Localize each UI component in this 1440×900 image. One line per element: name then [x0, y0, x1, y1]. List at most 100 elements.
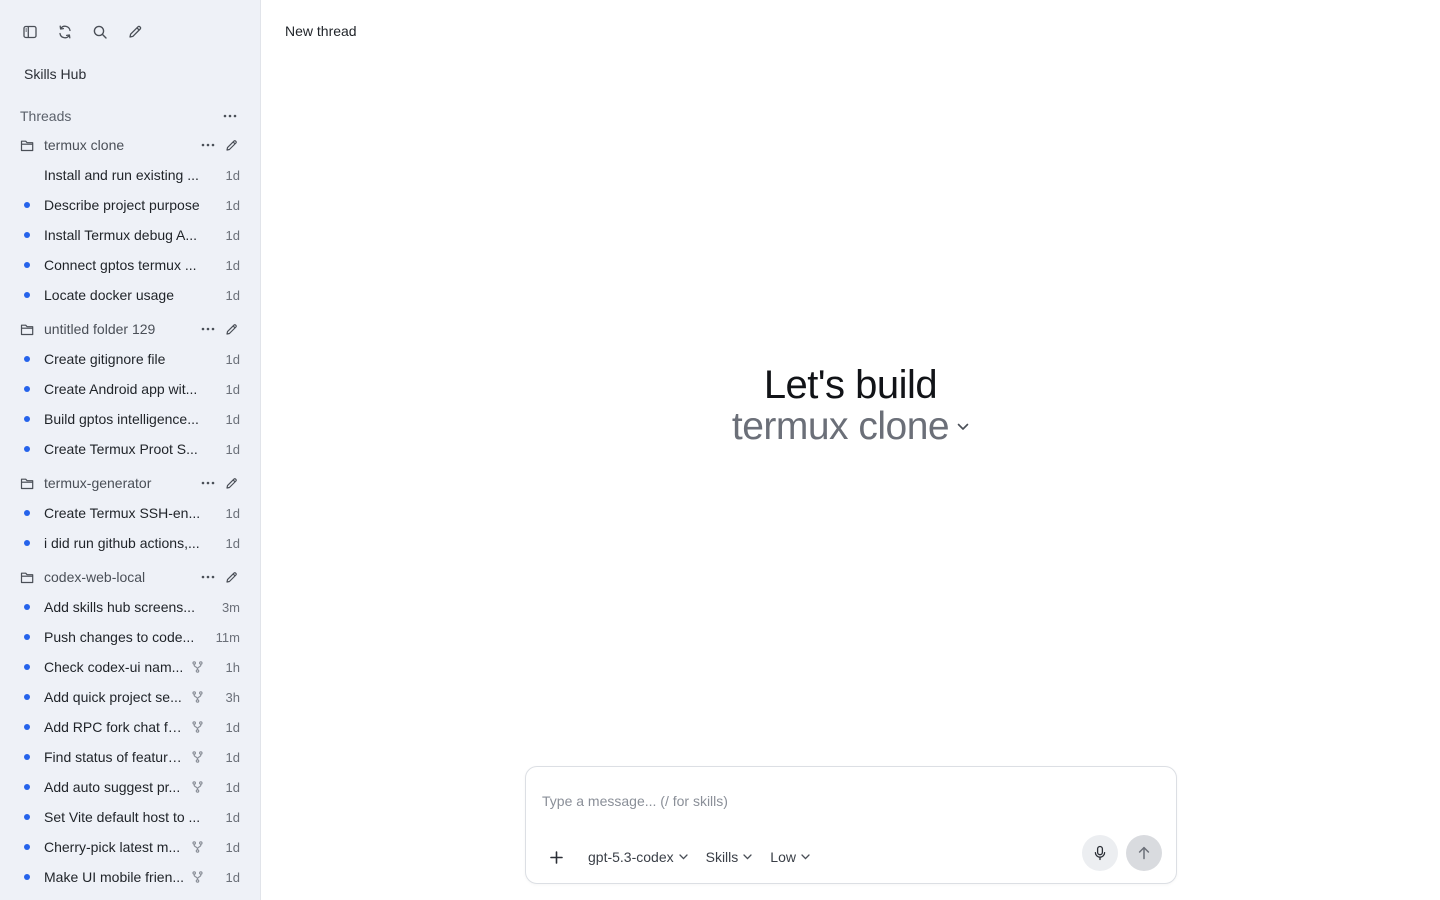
- folder-row[interactable]: codex-web-local: [0, 562, 260, 592]
- folder-icon: [20, 138, 36, 152]
- fork-icon: [192, 690, 206, 704]
- thread-item[interactable]: Create gitignore file 1d: [0, 344, 260, 374]
- thread-item[interactable]: Set Vite default host to ... 1d: [0, 802, 260, 832]
- thread-item[interactable]: Check codex-ui nam... 1h: [0, 652, 260, 682]
- sidebar-toolbar: [18, 20, 147, 44]
- thread-title: Connect gptos termux ...: [44, 257, 197, 273]
- unread-indicator: [24, 754, 30, 760]
- folder-row[interactable]: termux-generator: [0, 468, 260, 498]
- unread-indicator: [24, 724, 30, 730]
- search-icon[interactable]: [88, 20, 112, 44]
- thread-item[interactable]: Find status of feature... 1d: [0, 742, 260, 772]
- folder-row[interactable]: untitled folder 129: [0, 314, 260, 344]
- thread-item[interactable]: Create Android app wit... 1d: [0, 374, 260, 404]
- thread-item[interactable]: Describe project purpose 1d: [0, 190, 260, 220]
- thread-time: 1d: [225, 809, 240, 825]
- folder-name: untitled folder 129: [44, 321, 156, 337]
- fork-icon: [192, 780, 206, 794]
- thread-item[interactable]: Make UI mobile frien... 1d: [0, 862, 260, 892]
- thread-title: Push changes to code...: [44, 629, 195, 645]
- thread-time: 1d: [225, 351, 240, 367]
- thread-item[interactable]: Connect gptos termux ... 1d: [0, 250, 260, 280]
- thread-title: Set Vite default host to ...: [44, 809, 201, 825]
- edit-icon[interactable]: [222, 320, 240, 338]
- project-name: termux clone: [731, 405, 950, 448]
- thread-time: 1d: [225, 287, 240, 303]
- thread-title: Describe project purpose: [44, 197, 200, 213]
- model-select[interactable]: gpt-5.3-codex: [588, 849, 688, 865]
- folder-more-icon[interactable]: [198, 137, 218, 153]
- folder-more-icon[interactable]: [198, 321, 218, 337]
- message-input[interactable]: [542, 793, 1142, 809]
- project-selector[interactable]: termux clone: [732, 404, 969, 450]
- effort-select[interactable]: Low: [770, 849, 810, 865]
- model-select-label: gpt-5.3-codex: [588, 849, 674, 865]
- thread-title: Add skills hub screens...: [44, 599, 195, 615]
- refresh-icon[interactable]: [53, 20, 77, 44]
- sidebar-toggle-icon[interactable]: [18, 20, 42, 44]
- thread-item[interactable]: Add skills hub screens... 3m: [0, 592, 260, 622]
- threads-more-icon[interactable]: [220, 108, 240, 124]
- thread-item[interactable]: Add RPC fork chat fe... 1d: [0, 712, 260, 742]
- thread-time: 1d: [225, 749, 240, 765]
- thread-time: 1d: [225, 381, 240, 397]
- unread-indicator: [24, 814, 30, 820]
- thread-time: 1d: [225, 257, 240, 273]
- thread-title: Create Termux SSH-en...: [44, 505, 201, 521]
- thread-title: Locate docker usage: [44, 287, 174, 303]
- thread-title: Create gitignore file: [44, 351, 166, 367]
- folder-row[interactable]: termux clone: [0, 130, 260, 160]
- attach-button[interactable]: [544, 845, 568, 869]
- thread-time: 1d: [225, 869, 240, 885]
- thread-title: Install and run existing ...: [44, 167, 199, 183]
- fork-icon: [192, 750, 206, 764]
- thread-item[interactable]: Build gptos intelligence... 1d: [0, 404, 260, 434]
- unread-indicator: [24, 292, 30, 298]
- folder-actions: [198, 136, 240, 154]
- unread-indicator: [24, 262, 30, 268]
- microphone-icon: [1094, 845, 1106, 861]
- edit-icon[interactable]: [222, 568, 240, 586]
- unread-indicator: [24, 694, 30, 700]
- folder-actions: [198, 474, 240, 492]
- unread-indicator: [24, 634, 30, 640]
- app-window: Skills Hub Threads termux clone Install a…: [0, 0, 1440, 900]
- thread-item[interactable]: Install and run existing ... 1d: [0, 160, 260, 190]
- voice-input-button[interactable]: [1082, 835, 1118, 871]
- skills-hub-link[interactable]: Skills Hub: [24, 66, 86, 82]
- thread-item[interactable]: Locate docker usage 1d: [0, 280, 260, 310]
- thread-item[interactable]: Create Termux Proot S... 1d: [0, 434, 260, 464]
- folder-actions: [198, 320, 240, 338]
- fork-icon: [192, 660, 206, 674]
- thread-title: Add RPC fork chat fe...: [44, 719, 186, 735]
- thread-item[interactable]: Add auto suggest pr... 1d: [0, 772, 260, 802]
- thread-item[interactable]: Install Termux debug A... 1d: [0, 220, 260, 250]
- folder-more-icon[interactable]: [198, 475, 218, 491]
- thread-time: 1d: [225, 411, 240, 427]
- edit-icon[interactable]: [222, 474, 240, 492]
- unread-indicator: [24, 232, 30, 238]
- thread-title: Cherry-pick latest m...: [44, 839, 181, 855]
- fork-icon: [192, 870, 206, 884]
- skills-select[interactable]: Skills: [706, 849, 753, 865]
- send-button[interactable]: [1126, 835, 1162, 871]
- thread-title: Create Termux Proot S...: [44, 441, 198, 457]
- thread-item[interactable]: i did run github actions,... 1d: [0, 528, 260, 558]
- folder-name: termux clone: [44, 137, 125, 153]
- message-composer: gpt-5.3-codex Skills Low: [525, 766, 1177, 884]
- thread-item[interactable]: Add quick project se... 3h: [0, 682, 260, 712]
- folder-more-icon[interactable]: [198, 569, 218, 585]
- chevron-down-icon: [743, 854, 752, 860]
- unread-indicator: [24, 446, 30, 452]
- thread-item[interactable]: Cherry-pick latest m... 1d: [0, 832, 260, 862]
- thread-title: Create Android app wit...: [44, 381, 198, 397]
- thread-time: 11m: [215, 629, 240, 645]
- fork-icon: [192, 840, 206, 854]
- edit-icon[interactable]: [222, 136, 240, 154]
- thread-item[interactable]: Push changes to code... 11m: [0, 622, 260, 652]
- thread-title: Add quick project se...: [44, 689, 182, 705]
- thread-item[interactable]: Create Termux SSH-en... 1d: [0, 498, 260, 528]
- effort-select-label: Low: [770, 849, 796, 865]
- new-thread-icon[interactable]: [123, 20, 147, 44]
- thread-title: i did run github actions,...: [44, 535, 200, 551]
